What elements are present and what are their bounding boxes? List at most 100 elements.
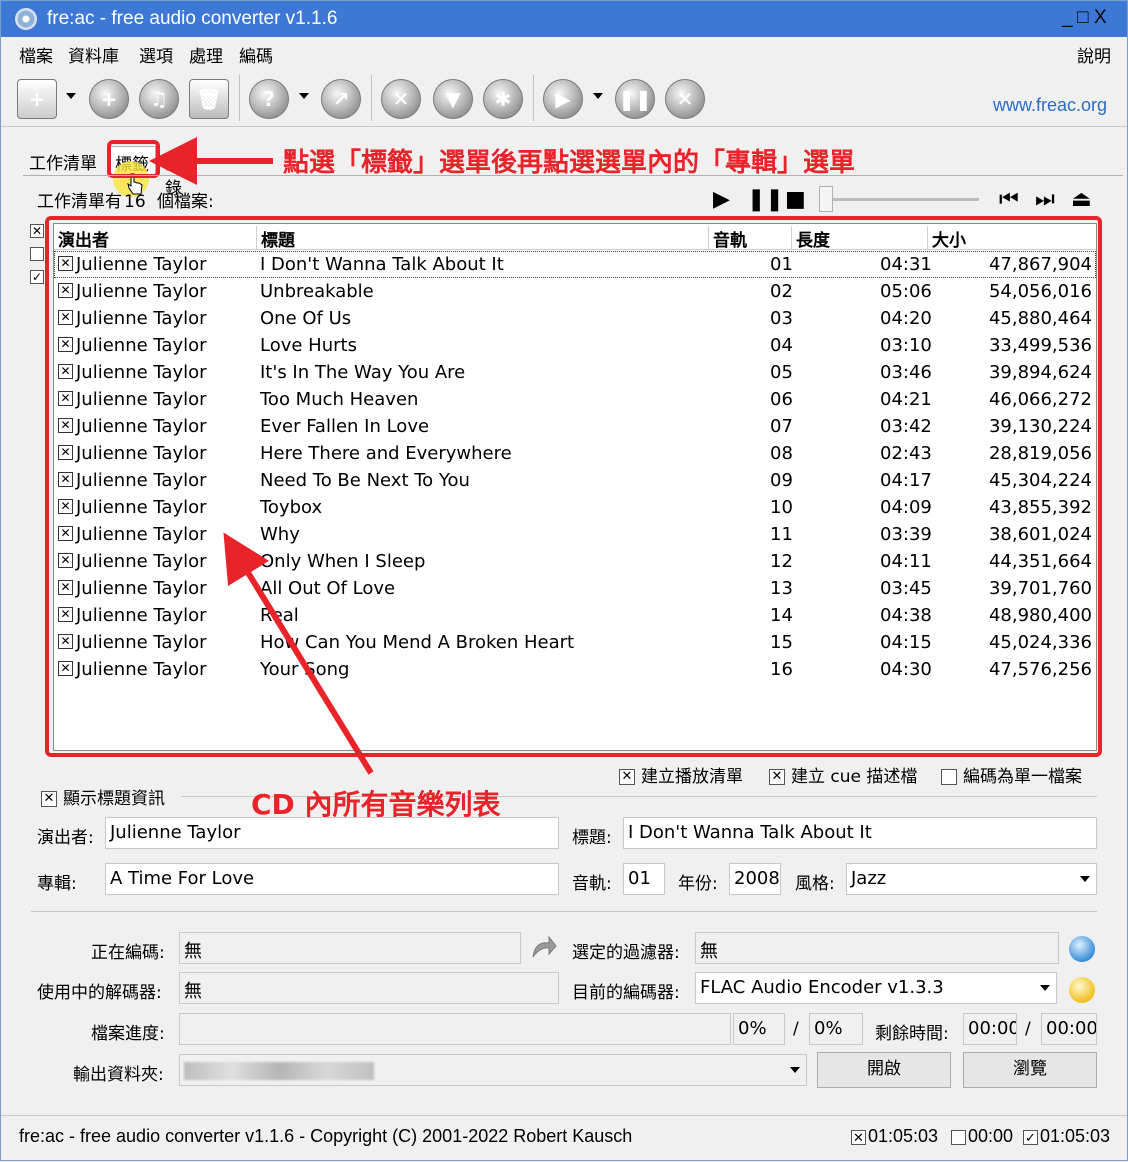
- encoder-label: 目前的編碼器:: [572, 983, 680, 1003]
- cue-checkbox[interactable]: ✕: [769, 769, 785, 785]
- track-label: 音軌:: [572, 874, 612, 894]
- chevron-down-icon[interactable]: [1040, 985, 1050, 991]
- tab-joblist[interactable]: 工作清單: [23, 146, 103, 177]
- encoder-select[interactable]: FLAC Audio Encoder v1.3.3: [695, 972, 1057, 1004]
- side-checkbox-toggle[interactable]: ✓: [30, 270, 44, 284]
- filter-field: 無: [695, 932, 1059, 964]
- encoder-config-icon[interactable]: [1069, 977, 1095, 1003]
- selected-time: ✕ 01:05:03: [851, 1126, 938, 1147]
- toolbar: + + ♫ 🗑 ? ↗ ✕ ▼ ✱ ▶ ❚❚ ✕: [1, 69, 1127, 127]
- tab-tags-highlight: [107, 140, 160, 178]
- stop-playback-icon[interactable]: ■: [785, 187, 806, 212]
- unselected-time-checkbox: [951, 1129, 966, 1145]
- playback-slider-thumb[interactable]: [819, 186, 833, 212]
- total-time-checkbox: ✓: [1023, 1129, 1038, 1145]
- website-link[interactable]: www.freac.org: [993, 95, 1107, 116]
- copyright-text: fre:ac - free audio converter v1.1.6 - C…: [19, 1126, 633, 1146]
- add-files-dropdown-icon[interactable]: [66, 93, 76, 99]
- minimize-button[interactable]: _: [1062, 7, 1073, 29]
- cddb-submit-icon[interactable]: ↗: [321, 79, 361, 119]
- cddb-dropdown-icon[interactable]: [299, 93, 309, 99]
- eject-icon[interactable]: ⏏: [1071, 187, 1092, 212]
- menu-options[interactable]: 選項: [139, 42, 173, 67]
- window-title: fre:ac - free audio converter v1.1.6: [47, 8, 338, 29]
- previous-track-icon[interactable]: ⏮: [999, 187, 1019, 212]
- cddb-query-icon[interactable]: ?: [249, 79, 289, 119]
- start-encoding-icon[interactable]: ▶: [543, 79, 583, 119]
- toolbar-separator: [371, 75, 372, 121]
- stop-icon[interactable]: ✕: [665, 79, 705, 119]
- joblist-count: 16: [124, 192, 146, 212]
- music-note-icon[interactable]: ♫: [139, 79, 179, 119]
- selected-time-value: 01:05:03: [868, 1126, 939, 1146]
- maximize-button[interactable]: □: [1077, 7, 1088, 29]
- progress-bar: [179, 1013, 731, 1045]
- menu-help[interactable]: 說明: [1077, 42, 1111, 67]
- menu-file[interactable]: 檔案: [19, 42, 53, 67]
- output-folder-label: 輸出資料夾:: [73, 1065, 164, 1085]
- selected-time-checkbox: ✕: [851, 1129, 866, 1145]
- pause-icon[interactable]: ❚❚: [615, 79, 655, 119]
- option-single-file[interactable]: 編碼為單一檔案: [941, 762, 1082, 787]
- filter-label: 選定的過濾器:: [572, 943, 680, 963]
- option-create-cue[interactable]: ✕ 建立 cue 描述檔: [769, 762, 917, 787]
- start-dropdown-icon[interactable]: [593, 93, 603, 99]
- album-field[interactable]: A Time For Love: [105, 863, 559, 895]
- pause-playback-icon[interactable]: ❚❚: [747, 187, 784, 212]
- open-button[interactable]: 開啟: [817, 1052, 951, 1088]
- track-field[interactable]: 01: [623, 863, 665, 895]
- title-field[interactable]: I Don't Wanna Talk About It: [623, 817, 1097, 849]
- filter-config-icon[interactable]: [1069, 936, 1095, 962]
- filter-icon[interactable]: ▼: [433, 79, 473, 119]
- remaining-separator: /: [1025, 1019, 1031, 1039]
- joblist-status: 工作清單有 16 個檔案:: [37, 187, 214, 212]
- skip-file-icon[interactable]: [529, 935, 557, 961]
- side-checkbox-all[interactable]: ✕: [30, 224, 44, 238]
- remaining-file-value: 00:00: [963, 1013, 1017, 1045]
- menu-encode[interactable]: 編碼: [239, 42, 273, 67]
- single-file-checkbox[interactable]: [941, 769, 957, 785]
- option-show-tags[interactable]: ✕ 顯示標題資訊: [41, 784, 165, 809]
- trash-icon[interactable]: 🗑: [189, 79, 229, 119]
- playlist-checkbox[interactable]: ✕: [619, 769, 635, 785]
- next-track-icon[interactable]: ⏭: [1035, 187, 1055, 212]
- close-button[interactable]: X: [1094, 7, 1107, 29]
- decoder-field: 無: [179, 972, 559, 1004]
- side-checkbox-none[interactable]: [30, 247, 44, 261]
- single-file-label: 編碼為單一檔案: [963, 767, 1082, 787]
- unselected-time-value: 00:00: [968, 1126, 1014, 1146]
- total-time-value: 01:05:03: [1040, 1126, 1111, 1146]
- app-icon: [15, 8, 37, 30]
- progress-separator: /: [793, 1019, 799, 1039]
- genre-label: 風格:: [795, 874, 835, 894]
- title-bar: fre:ac - free audio converter v1.1.6 _ □…: [1, 1, 1127, 37]
- genre-select[interactable]: Jazz: [846, 863, 1097, 895]
- playlist-label: 建立播放清單: [641, 767, 743, 787]
- artist-field[interactable]: Julienne Taylor: [105, 817, 559, 849]
- option-create-playlist[interactable]: ✕ 建立播放清單: [619, 762, 743, 787]
- genre-value: Jazz: [851, 868, 887, 889]
- year-field[interactable]: 2008: [729, 863, 781, 895]
- unselected-time: 00:00: [951, 1126, 1013, 1147]
- output-folder-select[interactable]: [179, 1054, 807, 1086]
- chevron-down-icon[interactable]: [1080, 876, 1090, 882]
- menu-process[interactable]: 處理: [189, 42, 223, 67]
- show-tags-checkbox[interactable]: ✕: [41, 791, 57, 807]
- annotation-top: 點選「標籤」選單後再點選選單內的「專輯」選單: [283, 148, 856, 178]
- progress-label: 檔案進度:: [91, 1024, 165, 1044]
- playback-slider-track[interactable]: [833, 198, 979, 201]
- total-time: ✓ 01:05:03: [1023, 1126, 1110, 1147]
- encoding-label: 正在編碼:: [91, 943, 165, 963]
- chevron-down-icon[interactable]: [790, 1067, 800, 1073]
- output-folder-path-blurred: [184, 1062, 374, 1080]
- encoder-value: FLAC Audio Encoder v1.3.3: [700, 977, 944, 998]
- add-files-icon[interactable]: +: [17, 79, 57, 119]
- joblist-status-suffix: 個檔案:: [157, 192, 214, 212]
- album-label: 專輯:: [37, 874, 77, 894]
- add-cd-icon[interactable]: +: [89, 79, 129, 119]
- play-icon[interactable]: ▶: [713, 187, 730, 212]
- browse-button[interactable]: 瀏覽: [963, 1052, 1097, 1088]
- menu-database[interactable]: 資料庫: [68, 42, 119, 67]
- tools-icon[interactable]: ✕: [381, 79, 421, 119]
- gear-icon[interactable]: ✱: [483, 79, 523, 119]
